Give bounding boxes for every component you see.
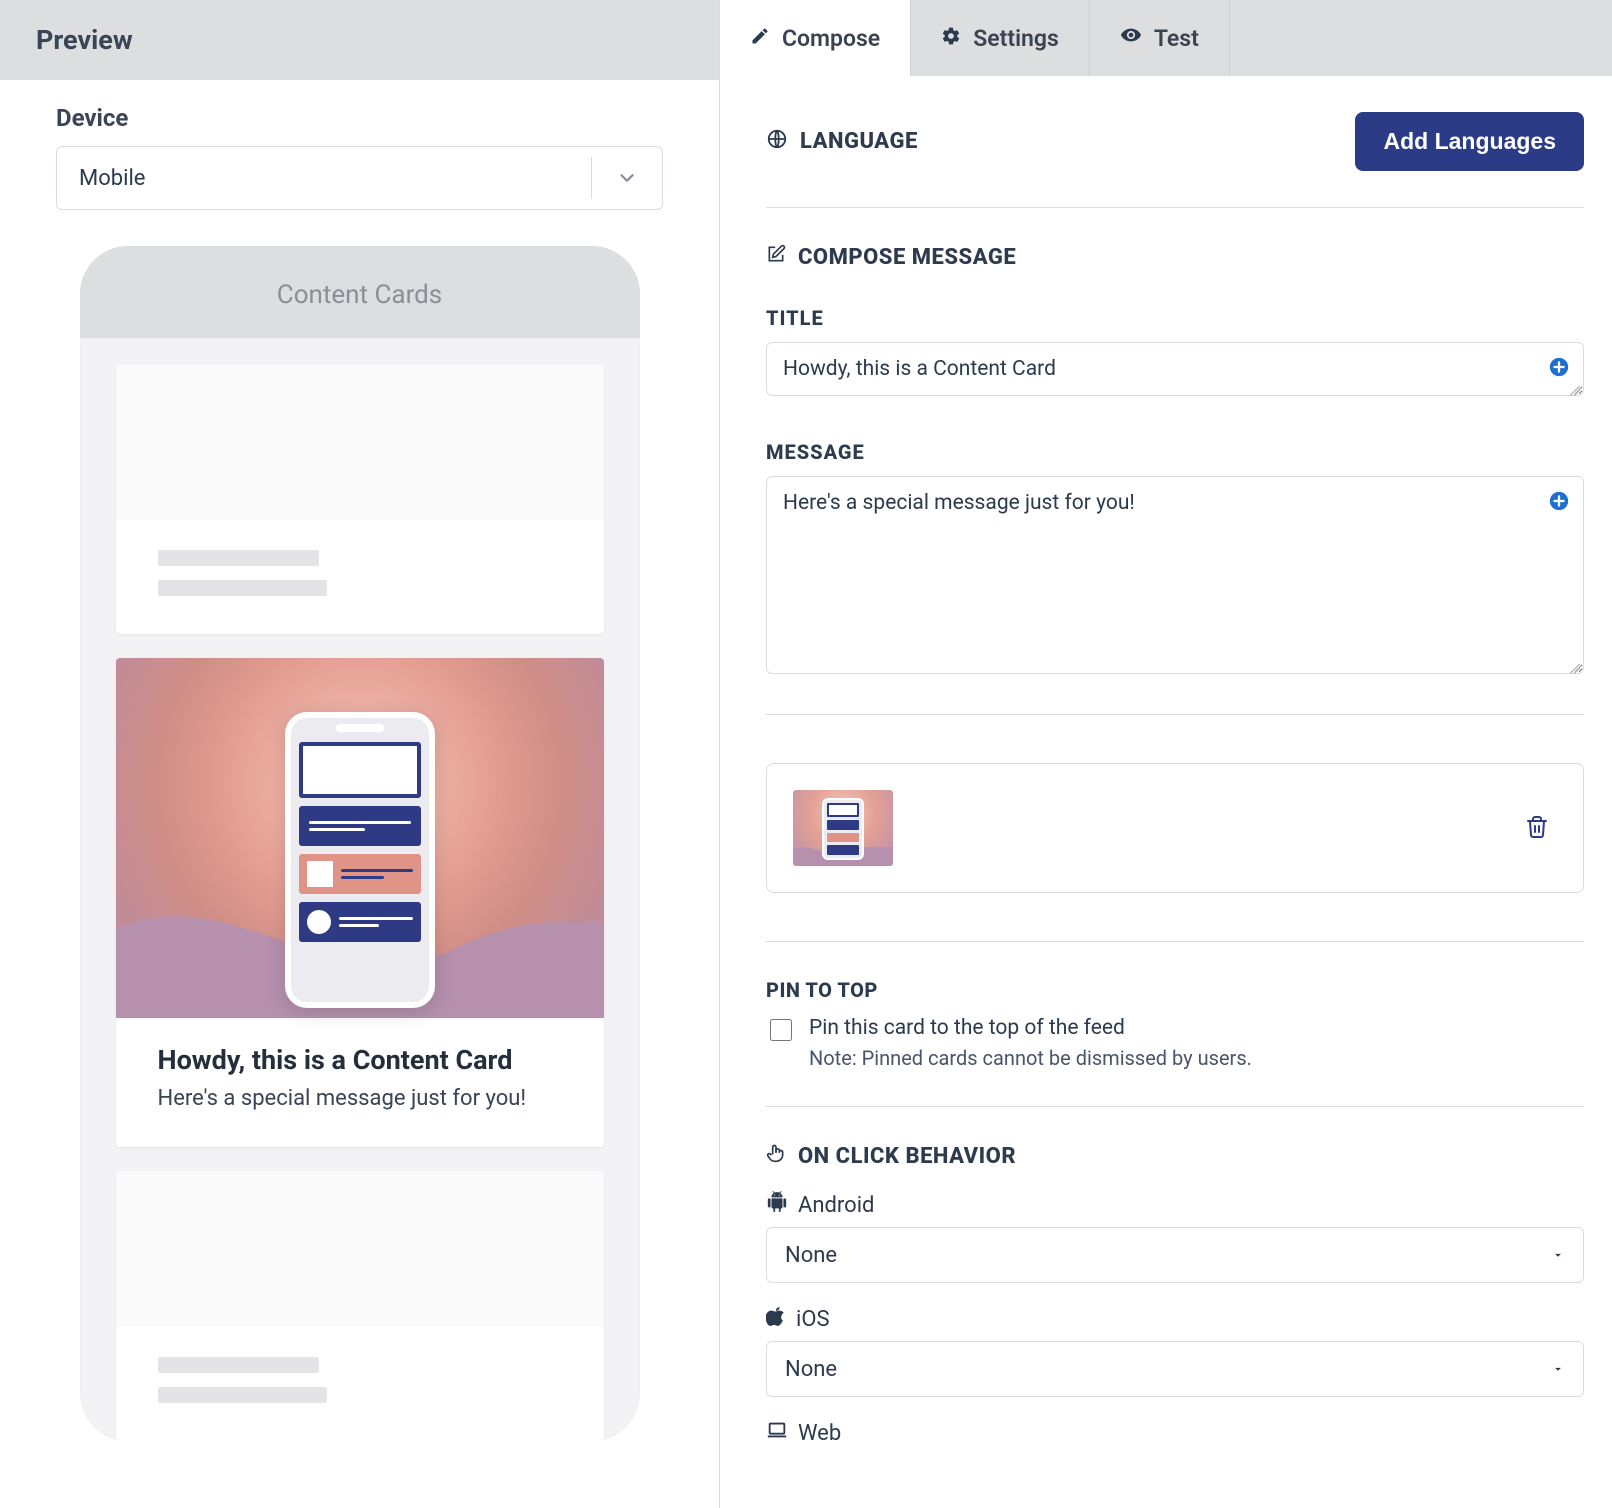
language-section: LANGUAGE Add Languages (766, 76, 1584, 208)
apple-icon (766, 1305, 786, 1333)
pencil-icon (750, 25, 770, 52)
caret-down-icon (1551, 1357, 1565, 1382)
content-card-image (116, 658, 604, 1018)
platform-android: Android None (766, 1191, 1584, 1283)
preview-title: Preview (36, 24, 683, 56)
language-heading: LANGUAGE (800, 129, 918, 154)
pin-heading: PIN TO TOP (766, 978, 878, 1002)
message-label: MESSAGE (766, 440, 1584, 464)
tab-compose[interactable]: Compose (720, 0, 911, 76)
app-root: Preview Device Mobile Content Cards (0, 0, 1612, 1508)
gear-icon (941, 25, 961, 52)
compose-heading: COMPOSE MESSAGE (798, 245, 1016, 270)
caret-down-icon (1551, 1243, 1565, 1268)
platform-label: Android (798, 1193, 874, 1218)
compose-section: COMPOSE MESSAGE TITLE MESSAGE (766, 208, 1584, 715)
click-heading: ON CLICK BEHAVIOR (798, 1144, 1016, 1169)
add-languages-button[interactable]: Add Languages (1355, 112, 1584, 171)
editor-tabs: Compose Settings Test (720, 0, 1612, 76)
phone-preview-wrap: Content Cards (56, 246, 663, 1441)
platform-ios: iOS None (766, 1305, 1584, 1397)
placeholder-card (116, 364, 604, 634)
device-select-value: Mobile (79, 166, 145, 191)
tab-label: Test (1154, 25, 1199, 52)
select-separator (591, 157, 592, 199)
select-value: None (785, 1243, 837, 1268)
device-label: Device (56, 104, 663, 132)
preview-header: Preview (0, 0, 719, 80)
edit-icon (766, 244, 786, 270)
content-card-title: Howdy, this is a Content Card (158, 1044, 562, 1076)
platform-label: Web (798, 1421, 841, 1446)
preview-panel: Preview Device Mobile Content Cards (0, 0, 720, 1508)
phone-illustration (285, 712, 435, 1008)
image-section (766, 715, 1584, 942)
android-icon (766, 1191, 788, 1219)
trash-icon (1525, 827, 1549, 842)
eye-icon (1120, 24, 1142, 52)
pin-checkbox-row[interactable]: Pin this card to the top of the feed Not… (766, 1016, 1584, 1070)
ios-select[interactable]: None (766, 1341, 1584, 1397)
title-label: TITLE (766, 306, 1584, 330)
phone-preview: Content Cards (80, 246, 640, 1441)
image-thumbnail[interactable] (793, 790, 893, 866)
pin-checkbox[interactable] (770, 1019, 792, 1041)
placeholder-lines (116, 1327, 604, 1403)
laptop-icon (766, 1419, 788, 1447)
tab-test[interactable]: Test (1090, 0, 1230, 76)
plus-circle-icon[interactable] (1548, 356, 1570, 382)
placeholder-image (116, 1171, 604, 1327)
content-feed: Howdy, this is a Content Card Here's a s… (80, 338, 640, 1441)
message-input[interactable] (766, 476, 1584, 674)
editor-body: LANGUAGE Add Languages COMPOSE MESSAGE T… (720, 76, 1612, 1491)
editor-panel: Compose Settings Test (720, 0, 1612, 1508)
content-card-message: Here's a special message just for you! (158, 1086, 562, 1111)
placeholder-card (116, 1171, 604, 1441)
image-thumbnail-card (766, 763, 1584, 893)
pin-section: PIN TO TOP Pin this card to the top of t… (766, 942, 1584, 1107)
content-card[interactable]: Howdy, this is a Content Card Here's a s… (116, 658, 604, 1147)
content-card-body: Howdy, this is a Content Card Here's a s… (116, 1018, 604, 1147)
delete-image-button[interactable] (1517, 807, 1557, 850)
plus-circle-icon[interactable] (1548, 490, 1570, 516)
preview-body: Device Mobile Content Cards (0, 80, 719, 1465)
title-input-wrap (766, 342, 1584, 400)
select-value: None (785, 1357, 837, 1382)
android-select[interactable]: None (766, 1227, 1584, 1283)
tab-label: Settings (973, 25, 1059, 52)
chevron-down-icon (616, 167, 638, 189)
platform-label: iOS (796, 1307, 830, 1332)
device-select[interactable]: Mobile (56, 146, 663, 210)
placeholder-image (116, 364, 604, 520)
globe-icon (766, 128, 788, 156)
phone-header: Content Cards (80, 246, 640, 338)
tab-label: Compose (782, 25, 880, 52)
pointer-icon (766, 1143, 786, 1169)
tab-settings[interactable]: Settings (911, 0, 1090, 76)
pin-checkbox-label: Pin this card to the top of the feed (809, 1016, 1252, 1040)
placeholder-lines (116, 520, 604, 596)
title-input[interactable] (766, 342, 1584, 396)
click-behavior-section: ON CLICK BEHAVIOR Android None (766, 1107, 1584, 1491)
platform-web: Web (766, 1419, 1584, 1447)
pin-note: Note: Pinned cards cannot be dismissed b… (809, 1046, 1252, 1070)
message-input-wrap (766, 476, 1584, 678)
